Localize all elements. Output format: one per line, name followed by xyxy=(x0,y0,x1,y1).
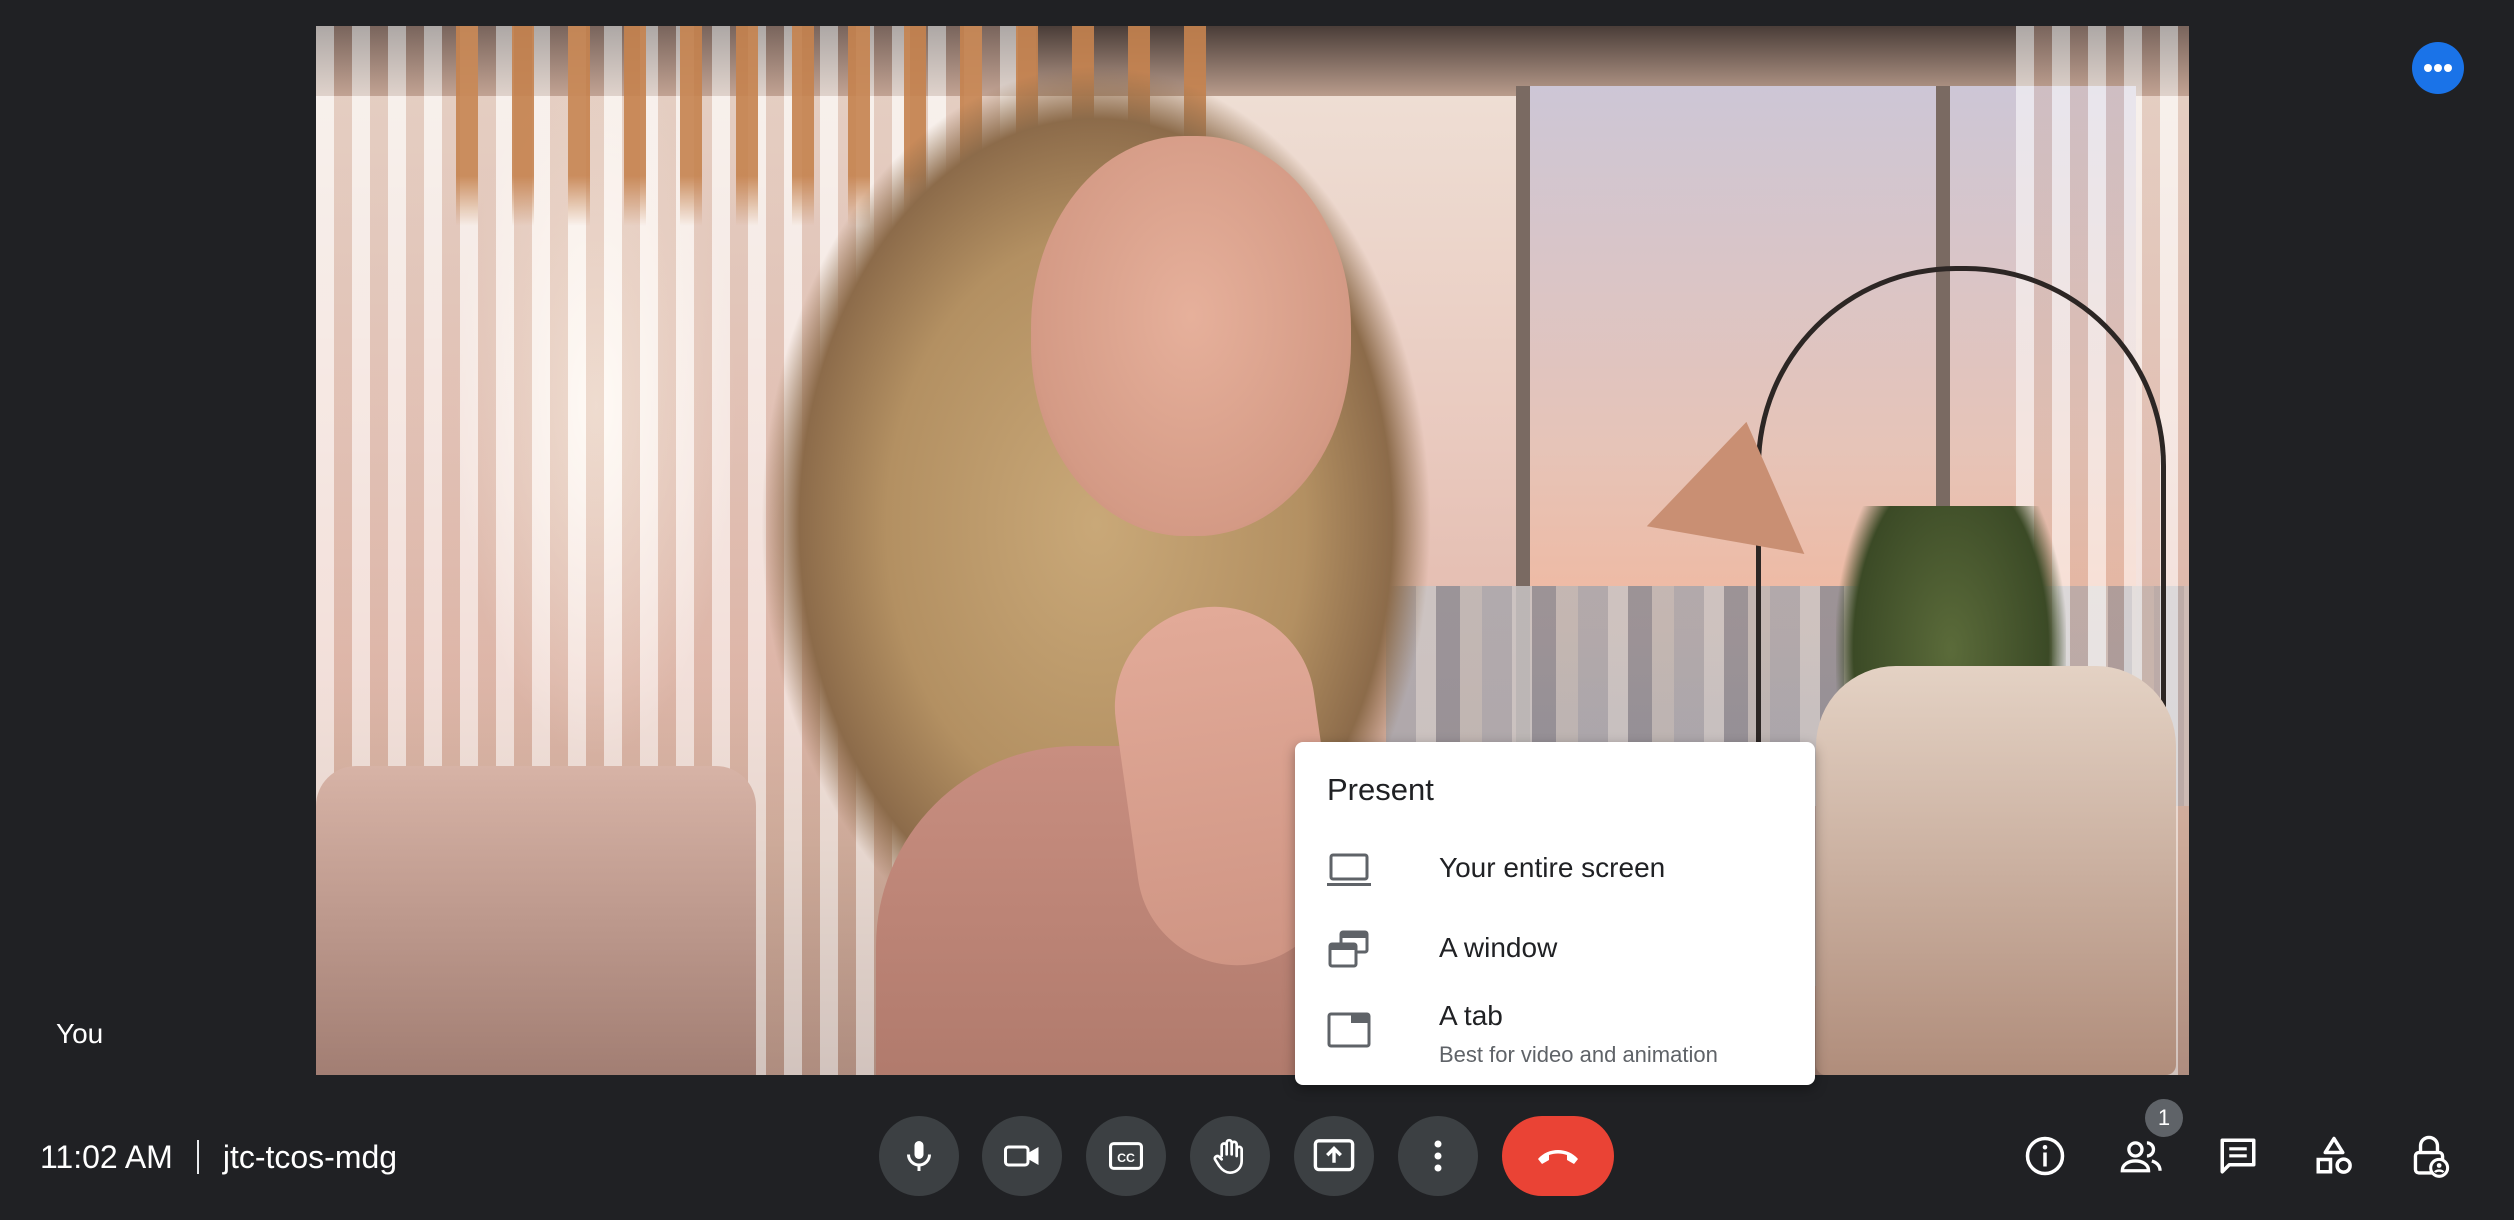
captions-icon: CC xyxy=(1109,1142,1143,1170)
menu-item-tab[interactable]: A tab Best for video and animation xyxy=(1295,988,1815,1078)
chat-button[interactable] xyxy=(2212,1130,2264,1182)
more-vert-icon xyxy=(1434,1140,1442,1172)
more-options-button[interactable] xyxy=(1398,1116,1478,1196)
host-controls-icon xyxy=(2413,1135,2450,1178)
chat-icon xyxy=(2220,1138,2256,1174)
info-icon xyxy=(2025,1136,2065,1176)
host-controls-button[interactable] xyxy=(2403,1130,2455,1182)
meeting-info: 11:02 AM jtc-tcos-mdg xyxy=(40,1135,397,1179)
tab-icon xyxy=(1327,1012,1371,1048)
laptop-icon xyxy=(1327,853,1371,886)
leave-call-button[interactable] xyxy=(1502,1116,1614,1196)
meeting-info-divider xyxy=(196,1140,199,1174)
raise-hand-button[interactable] xyxy=(1190,1116,1270,1196)
participant-face xyxy=(1031,136,1351,536)
people-icon xyxy=(2120,1141,2162,1173)
menu-item-label: Your entire screen xyxy=(1439,852,1666,883)
participant-name-label: You xyxy=(56,1018,104,1049)
captions-button[interactable]: CC xyxy=(1086,1116,1166,1196)
camera-icon xyxy=(1004,1145,1039,1167)
microphone-button[interactable] xyxy=(879,1116,959,1196)
menu-item-sublabel: Best for video and animation xyxy=(1439,1042,1718,1067)
present-now-button[interactable] xyxy=(1294,1116,1374,1196)
camera-button[interactable] xyxy=(982,1116,1062,1196)
hand-icon xyxy=(1213,1138,1243,1174)
menu-item-label: A tab xyxy=(1439,1000,1503,1031)
meeting-code[interactable]: jtc-tcos-mdg xyxy=(223,1139,397,1176)
present-icon xyxy=(1313,1139,1355,1172)
menu-item-entire-screen[interactable]: Your entire screen xyxy=(1295,828,1815,908)
meeting-details-button[interactable] xyxy=(2019,1130,2071,1182)
video-tile xyxy=(316,26,2189,1075)
end-call-icon xyxy=(1538,1150,1578,1164)
tile-more-options-button[interactable] xyxy=(2412,42,2464,94)
menu-item-label: A window xyxy=(1439,932,1558,963)
microphone-icon xyxy=(907,1141,931,1171)
meeting-time: 11:02 AM xyxy=(40,1138,173,1175)
activities-button[interactable] xyxy=(2308,1130,2360,1182)
window-icon xyxy=(1328,930,1369,968)
more-horiz-icon xyxy=(2424,64,2452,72)
present-menu: Present Your entire screen A window A ta… xyxy=(1295,742,1815,1085)
present-menu-title: Present xyxy=(1327,772,1434,807)
menu-item-window[interactable]: A window xyxy=(1295,908,1815,988)
background-chair xyxy=(1816,666,2176,1075)
people-button[interactable] xyxy=(2116,1130,2168,1182)
people-count-badge: 1 xyxy=(2145,1099,2183,1137)
background-sofa xyxy=(316,766,756,1075)
activities-icon xyxy=(2316,1136,2352,1174)
svg-text:CC: CC xyxy=(1117,1151,1135,1165)
